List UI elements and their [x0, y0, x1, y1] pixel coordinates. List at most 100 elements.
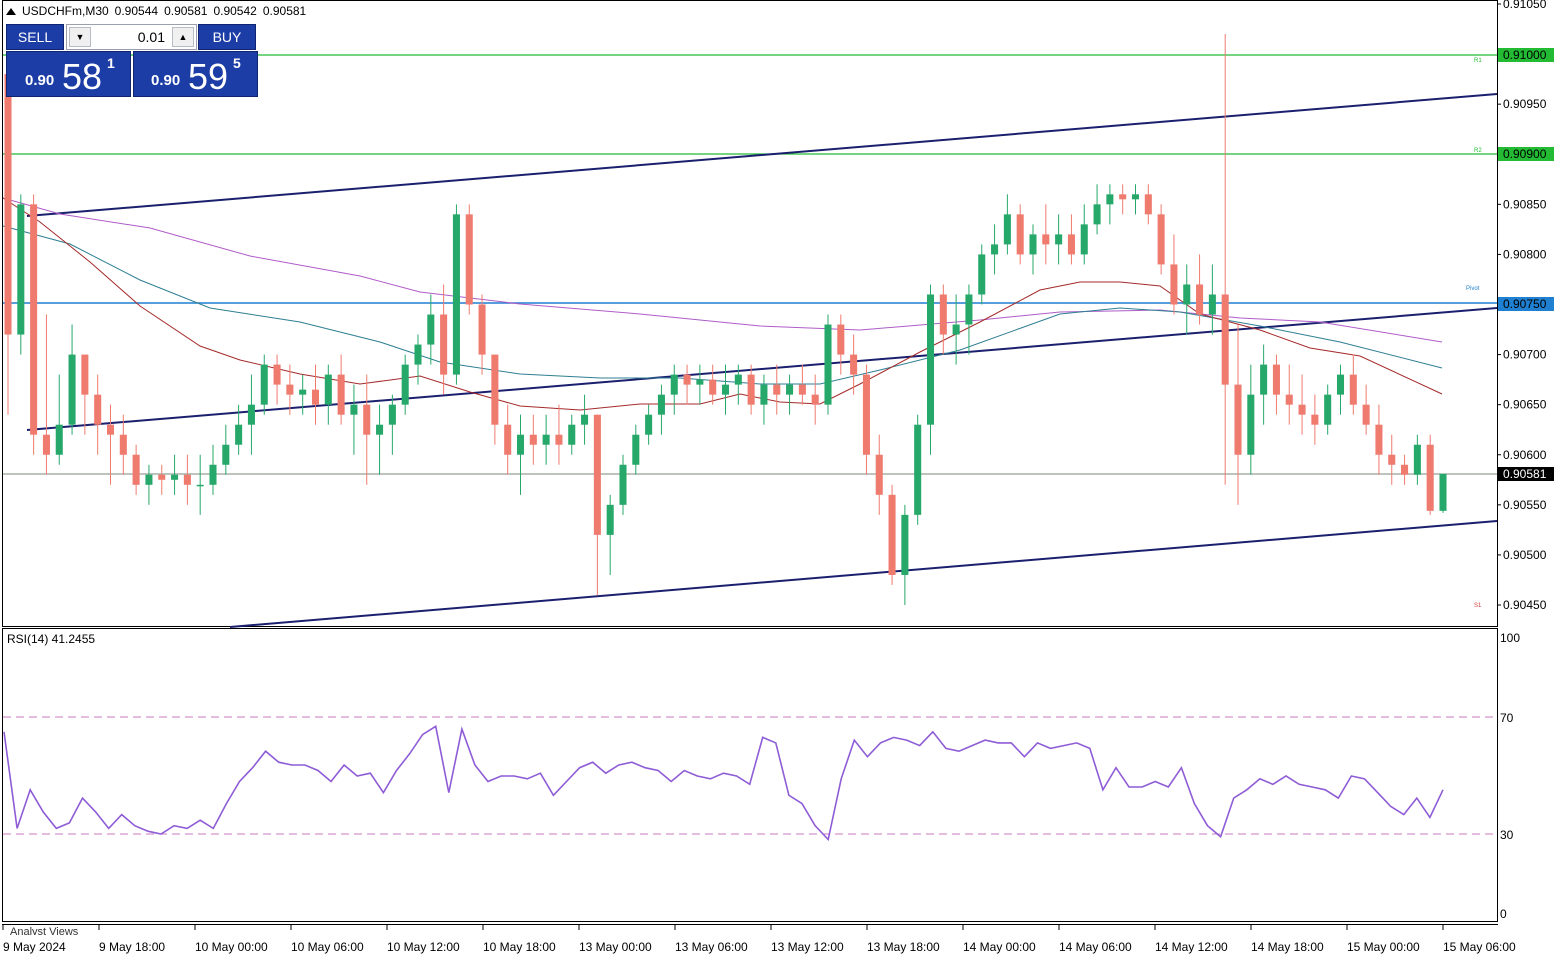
sell-button[interactable]: SELL [6, 24, 64, 50]
candle-body [145, 474, 153, 485]
candle [30, 194, 38, 455]
r1-price-label: 0.91000 [1503, 48, 1547, 62]
candle [914, 414, 922, 525]
rsi-line [3, 724, 1444, 842]
candle-body [30, 204, 38, 435]
ohlc-high: 0.90581 [164, 4, 208, 18]
candle-body [1349, 374, 1357, 405]
candle-body [1080, 224, 1088, 255]
candle-body [901, 514, 909, 575]
buy-button[interactable]: BUY [198, 24, 256, 50]
candle [862, 364, 870, 475]
candle [516, 414, 525, 495]
candle [529, 414, 537, 465]
candle-body [414, 344, 422, 365]
candle [1260, 344, 1268, 425]
candle [42, 314, 50, 475]
buy-price-button[interactable]: 0.90 59 5 [133, 51, 258, 97]
time-tick-label: 10 May 00:00 [195, 940, 268, 954]
candle-body [657, 394, 665, 415]
time-tick-label: 15 May 06:00 [1443, 940, 1516, 954]
ohlc-low: 0.90542 [213, 4, 257, 18]
lot-increase-icon[interactable]: ▲ [172, 27, 194, 47]
candle [132, 444, 140, 495]
candle [773, 364, 781, 415]
candle-body [1285, 394, 1293, 405]
r2-tag: R2 [1474, 148, 1482, 154]
candle [222, 424, 230, 475]
candle-body [811, 394, 819, 405]
candle-body [337, 374, 345, 415]
candle-body [504, 424, 512, 455]
candle [158, 464, 166, 495]
rsi-tick-30: 30 [1500, 828, 1514, 842]
candle-body [94, 394, 102, 425]
candle-body [593, 414, 601, 535]
candle [1362, 384, 1370, 435]
r2-price-label: 0.90900 [1503, 147, 1547, 161]
candle [606, 494, 614, 575]
candle [1401, 454, 1409, 485]
candle-body [260, 364, 268, 405]
candle-body [1272, 364, 1280, 395]
symbol-label: USDCHFm,M30 [22, 4, 109, 18]
pivot-tag: Pivot [1466, 286, 1480, 292]
price-tick-label: 0.91050 [1503, 0, 1547, 11]
candle [196, 454, 204, 515]
rsi-panel-frame [2, 628, 1498, 922]
candle-body [1183, 284, 1191, 305]
chart-canvas[interactable]: R1 R2 Pivot S1 0.91050 0.91000 0.90950 0.90… [0, 0, 1560, 960]
sell-price-prefix: 0.90 [25, 72, 55, 89]
candle-body [747, 374, 755, 405]
candle [1324, 384, 1332, 435]
candle [542, 414, 550, 465]
candle [4, 64, 12, 415]
time-tick-label: 10 May 06:00 [291, 940, 364, 954]
time-tick-label: 15 May 00:00 [1347, 940, 1420, 954]
candle-body [683, 374, 691, 385]
candle [1388, 434, 1396, 485]
candle-body [850, 354, 858, 375]
channel-lower-line[interactable] [229, 520, 1498, 628]
candle-body [1016, 214, 1024, 255]
candle [478, 294, 486, 375]
collapse-triangle-icon[interactable] [6, 7, 16, 15]
candle [1375, 404, 1383, 475]
candle-body [824, 324, 832, 405]
candle-body [401, 364, 409, 405]
candle [171, 454, 179, 495]
candle-body [363, 404, 371, 435]
candle [824, 314, 832, 415]
candle-body [696, 379, 704, 385]
lot-decrease-icon[interactable]: ▼ [69, 27, 91, 47]
candle-body [1003, 214, 1011, 245]
lot-size-input[interactable] [93, 27, 171, 47]
candle-body [1119, 194, 1127, 200]
candle [427, 294, 435, 365]
candle-body [721, 384, 730, 395]
candle-body [311, 389, 320, 405]
candle-body [427, 314, 435, 345]
candle [760, 374, 768, 425]
candle [273, 354, 281, 405]
candle [1298, 374, 1306, 435]
time-tick-label: 9 May 2024 [3, 940, 66, 954]
candle-body [734, 374, 742, 385]
candle [1208, 264, 1216, 335]
sell-price-button[interactable]: 0.90 58 1 [6, 51, 131, 97]
candle-body [952, 324, 960, 335]
candle-body [1208, 294, 1216, 315]
analyst-views-tab[interactable]: Analyst Views [10, 926, 78, 935]
candle [1131, 184, 1140, 215]
channel-upper-line[interactable] [26, 93, 1498, 217]
candle-body [1221, 294, 1229, 385]
candle-body [798, 384, 806, 395]
candle-body [1234, 384, 1242, 455]
pivot-price-label: 0.90750 [1503, 297, 1547, 311]
candle-body [837, 324, 845, 355]
candle [1106, 184, 1114, 225]
time-axis: 9 May 2024 9 May 18:00 10 May 00:00 10 May … [2, 925, 1516, 954]
candle [388, 394, 396, 455]
candle [183, 454, 191, 505]
candle [363, 374, 371, 485]
